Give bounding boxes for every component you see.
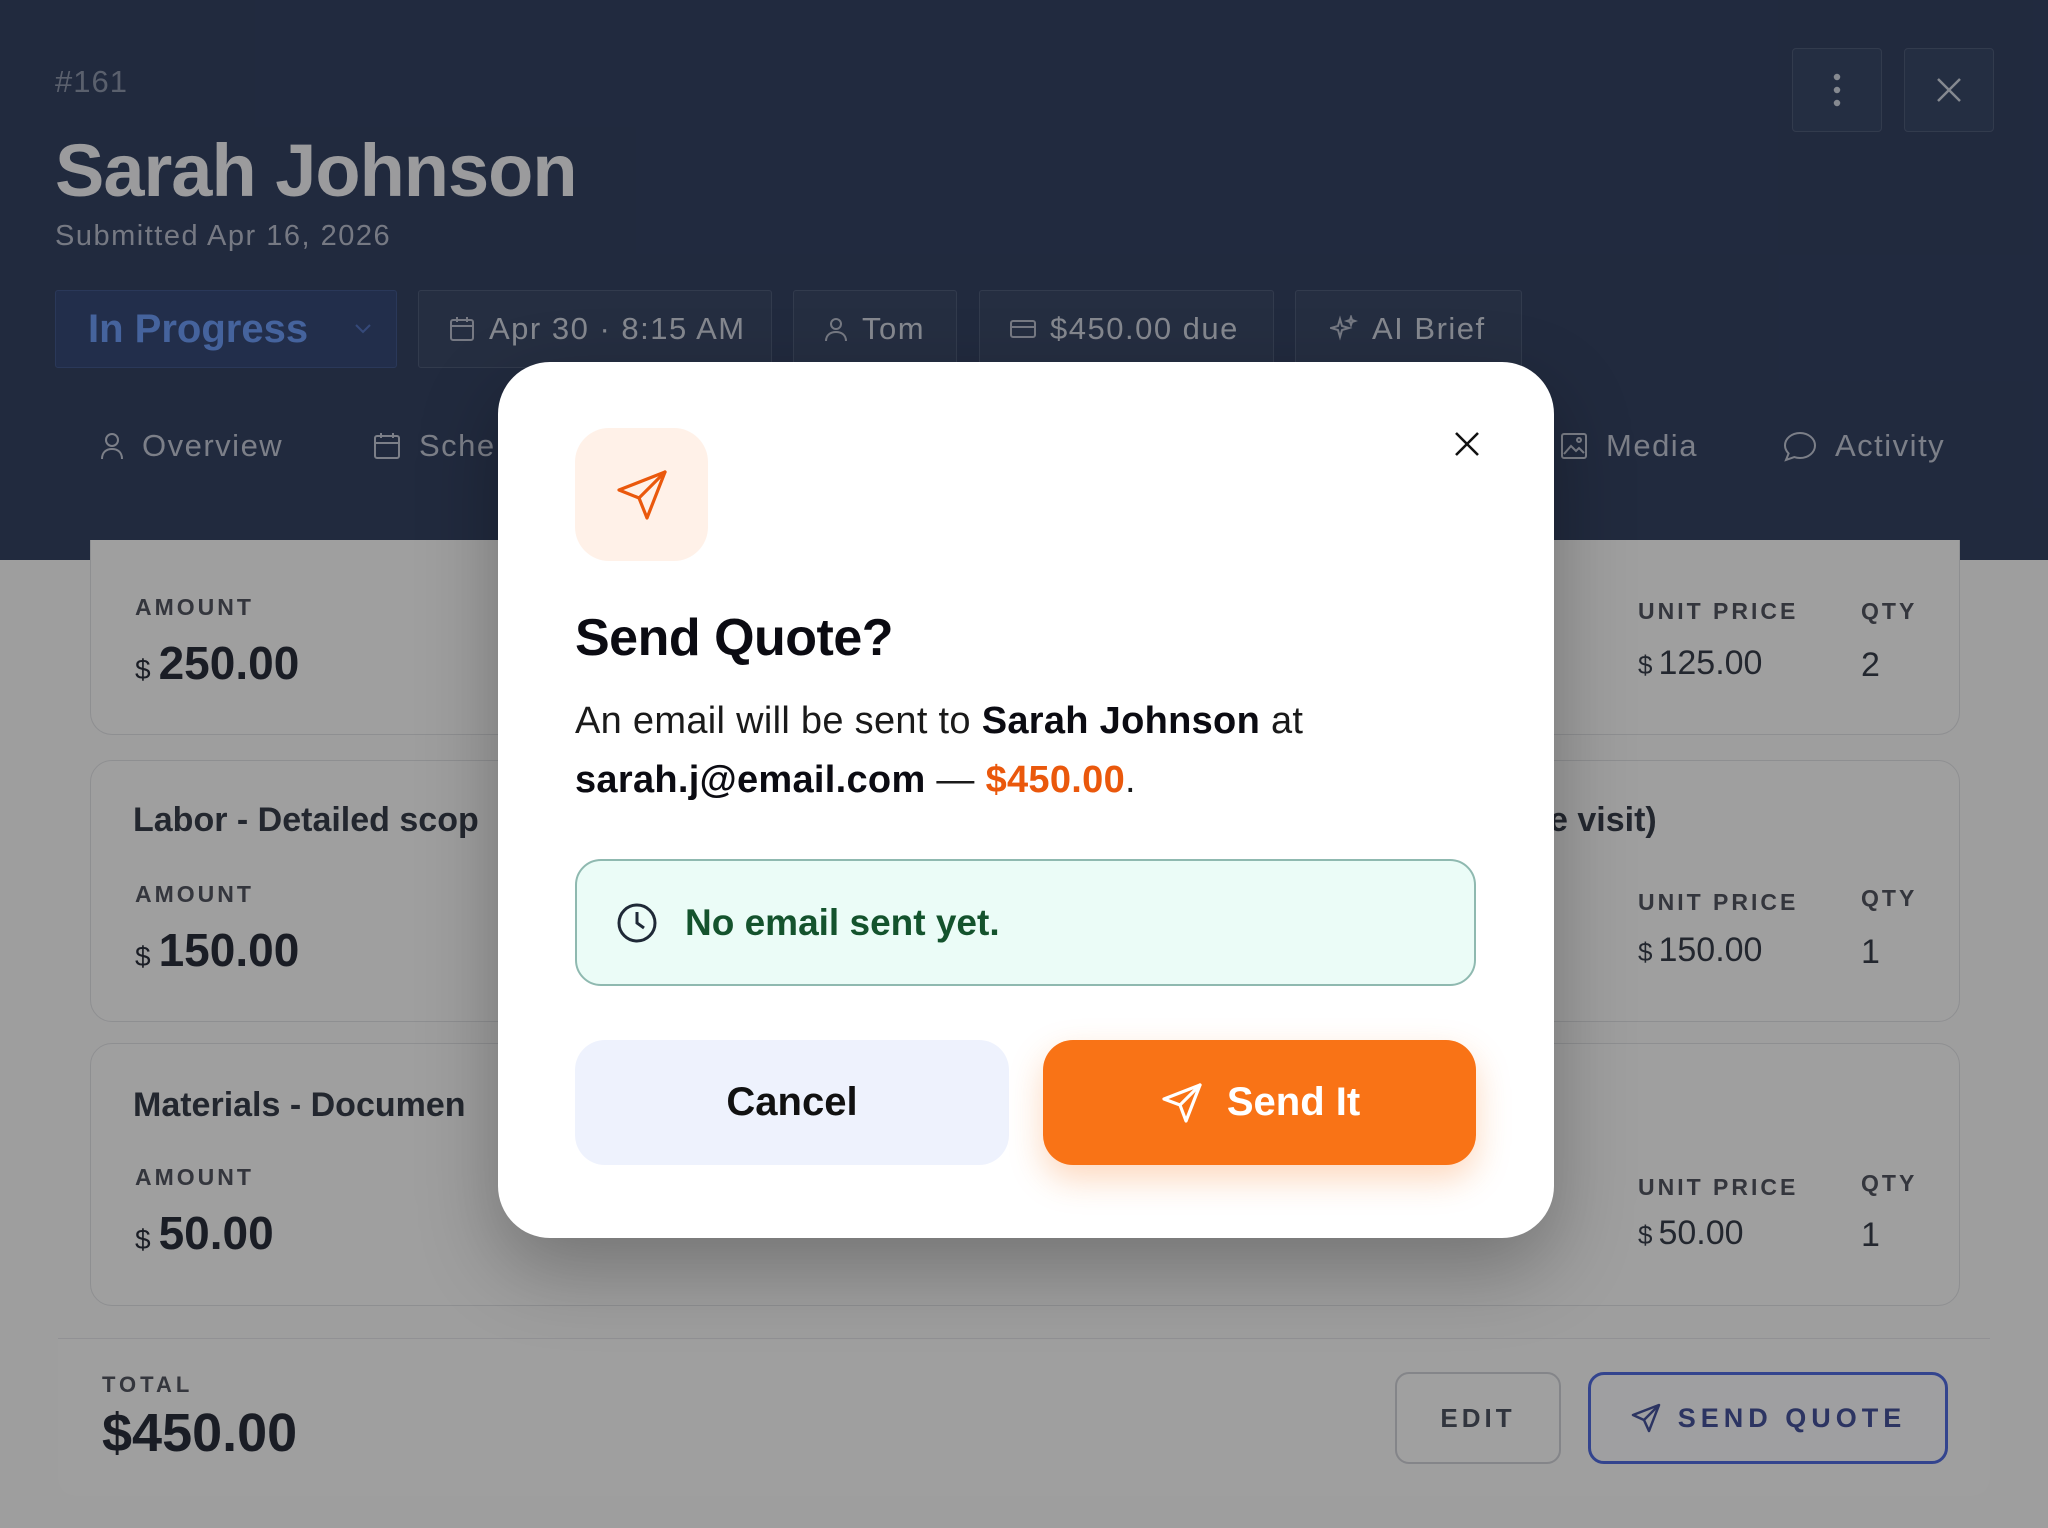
message-prefix: An email will be sent to bbox=[575, 700, 982, 742]
recipient-name: Sarah Johnson bbox=[981, 700, 1261, 742]
message-dash: — bbox=[925, 759, 986, 801]
message-period: . bbox=[1125, 759, 1136, 801]
dialog-title: Send Quote? bbox=[575, 609, 894, 667]
send-it-button[interactable]: Send It bbox=[1043, 1040, 1476, 1165]
cancel-button[interactable]: Cancel bbox=[575, 1040, 1009, 1165]
message-at: at bbox=[1260, 700, 1304, 742]
dialog-icon-badge bbox=[575, 428, 708, 561]
dialog-message: An email will be sent to Sarah Johnson a… bbox=[575, 692, 1475, 810]
close-icon bbox=[1455, 432, 1479, 456]
clock-icon bbox=[617, 903, 657, 942]
email-status-text: No email sent yet. bbox=[685, 901, 1000, 943]
send-it-label: Send It bbox=[1226, 1080, 1361, 1124]
recipient-email: sarah.j@email.com bbox=[575, 759, 926, 801]
email-status-banner: No email sent yet. bbox=[575, 859, 1476, 986]
send-quote-dialog: Send Quote? An email will be sent to Sar… bbox=[498, 362, 1554, 1238]
send-icon bbox=[1162, 1082, 1202, 1123]
quote-amount: $450.00 bbox=[985, 759, 1126, 801]
send-icon bbox=[616, 469, 667, 520]
dialog-close-button[interactable] bbox=[1447, 424, 1487, 464]
